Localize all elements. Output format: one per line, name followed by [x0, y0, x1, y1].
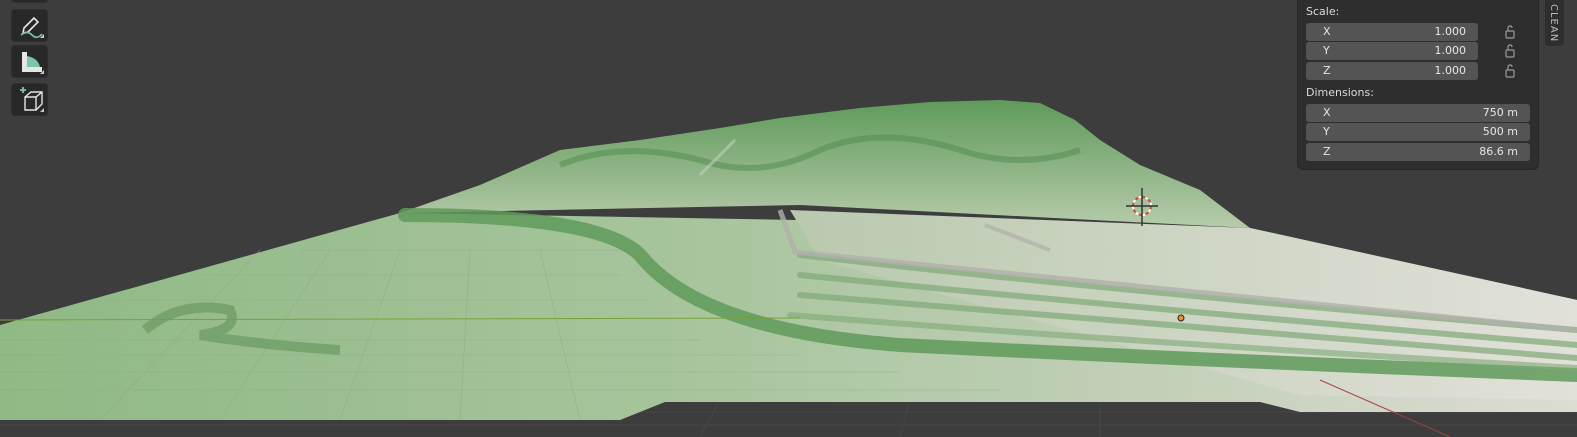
field-value: 1.000	[1434, 25, 1467, 38]
dimension-z-field[interactable]: Z 86.6 m	[1306, 143, 1530, 161]
annotate-tool-button[interactable]	[11, 9, 48, 42]
unlock-icon[interactable]	[1504, 64, 1516, 78]
measure-icon	[22, 52, 42, 72]
dimension-y-field[interactable]: Y 500 m	[1306, 123, 1530, 141]
axis-label: Y	[1323, 44, 1330, 57]
field-value: 1.000	[1434, 64, 1467, 77]
scale-label: Scale:	[1306, 5, 1340, 18]
sidebar-tab-label: CLEAN	[1548, 4, 1559, 43]
add-cube-tool-button[interactable]	[11, 83, 48, 116]
axis-label: Z	[1323, 145, 1331, 158]
unlock-icon[interactable]	[1504, 44, 1516, 58]
scale-z-field[interactable]: Z 1.000	[1306, 62, 1478, 80]
field-value: 750 m	[1482, 106, 1518, 119]
field-value: 500 m	[1482, 125, 1518, 138]
field-value: 86.6 m	[1479, 145, 1518, 158]
unlock-icon[interactable]	[1504, 25, 1516, 39]
scale-x-field[interactable]: X 1.000	[1306, 23, 1478, 41]
scale-y-field[interactable]: Y 1.000	[1306, 42, 1478, 60]
axis-label: X	[1323, 25, 1331, 38]
tool-button-partial[interactable]	[11, 0, 48, 3]
field-value: 1.000	[1434, 44, 1467, 57]
terrain-hill	[400, 100, 1250, 228]
axis-label: Z	[1323, 64, 1331, 77]
add-cube-icon	[20, 87, 43, 111]
dimensions-label: Dimensions:	[1306, 86, 1374, 99]
sidebar-tab-clean[interactable]: CLEAN	[1545, 0, 1564, 46]
dimension-x-field[interactable]: X 750 m	[1306, 104, 1530, 122]
measure-tool-button[interactable]	[11, 45, 48, 78]
axis-label: Y	[1323, 125, 1330, 138]
object-origin-icon[interactable]	[1177, 314, 1185, 322]
axis-label: X	[1323, 106, 1331, 119]
annotate-icon	[20, 16, 43, 39]
transform-panel: Scale: X 1.000 Y 1.000 Z 1.000 Dimension…	[1297, 0, 1539, 170]
